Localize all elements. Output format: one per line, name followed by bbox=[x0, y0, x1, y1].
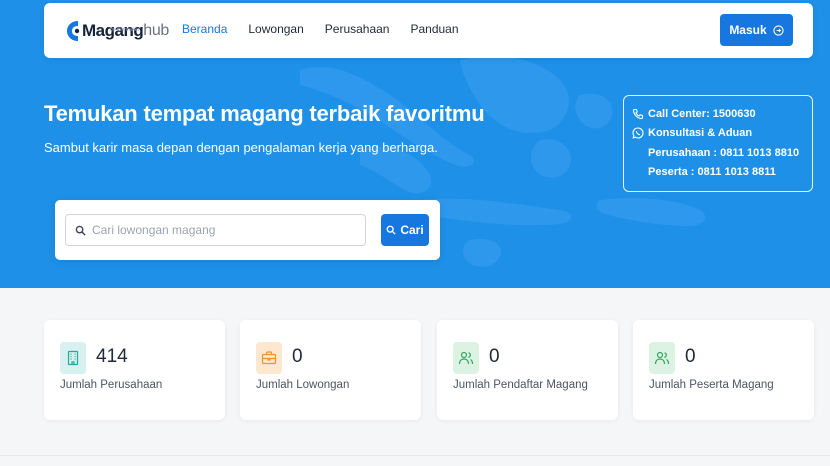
main-nav: Beranda Lowongan Perusahaan Panduan bbox=[182, 22, 459, 36]
users-icon bbox=[654, 351, 670, 365]
search-field[interactable] bbox=[65, 214, 366, 246]
stat-icon-wrapper bbox=[256, 342, 282, 374]
participant-contact-text: Peserta : 0811 1013 8811 bbox=[648, 166, 776, 178]
stat-icon-wrapper bbox=[453, 342, 479, 374]
users-icon bbox=[458, 351, 474, 365]
call-center-row: Call Center: 1500630 bbox=[632, 108, 756, 120]
stat-label-vacancies: Jumlah Lowongan bbox=[256, 379, 350, 391]
login-icon bbox=[773, 24, 784, 36]
stat-value-companies: 414 bbox=[96, 346, 128, 367]
hero-subtitle: Sambut karir masa depan dengan pengalama… bbox=[44, 140, 438, 155]
participant-contact-row: Peserta : 0811 1013 8811 bbox=[648, 166, 776, 178]
building-icon bbox=[67, 350, 79, 366]
stat-value-participants: 0 bbox=[685, 346, 696, 367]
call-center-text: Call Center: 1500630 bbox=[648, 108, 756, 120]
contact-box: Call Center: 1500630 Konsultasi & Aduan … bbox=[623, 95, 813, 192]
briefcase-icon bbox=[261, 351, 277, 365]
brand-accent: hub bbox=[143, 22, 170, 39]
stat-label-applicants: Jumlah Pendaftar Magang bbox=[453, 379, 588, 391]
stat-card-applicants: 0 Jumlah Pendaftar Magang bbox=[437, 320, 618, 420]
nav-item-panduan[interactable]: Panduan bbox=[410, 22, 458, 36]
stat-value-vacancies: 0 bbox=[292, 346, 303, 367]
stat-label-companies: Jumlah Perusahaan bbox=[60, 379, 163, 391]
stat-card-vacancies: 0 Jumlah Lowongan bbox=[240, 320, 421, 420]
whatsapp-icon bbox=[632, 127, 644, 139]
section-divider bbox=[0, 455, 830, 456]
stat-icon-wrapper bbox=[60, 342, 86, 374]
login-button-label: Masuk bbox=[729, 23, 767, 37]
login-button[interactable]: Masuk bbox=[720, 14, 793, 46]
stat-label-participants: Jumlah Peserta Magang bbox=[649, 379, 774, 391]
stat-card-companies: 414 Jumlah Perusahaan bbox=[44, 320, 225, 420]
navbar: Magang hub by Kemnaker Beranda Lowongan P… bbox=[44, 3, 813, 58]
stat-value-applicants: 0 bbox=[489, 346, 500, 367]
company-contact-row: Perusahaan : 0811 1013 8810 bbox=[648, 147, 799, 159]
stat-card-participants: 0 Jumlah Peserta Magang bbox=[633, 320, 814, 420]
nav-item-lowongan[interactable]: Lowongan bbox=[248, 22, 303, 36]
nav-item-beranda[interactable]: Beranda bbox=[182, 22, 227, 36]
stat-icon-wrapper bbox=[649, 342, 675, 374]
consult-text: Konsultasi & Aduan bbox=[648, 127, 753, 139]
company-contact-text: Perusahaan : 0811 1013 8810 bbox=[648, 147, 800, 159]
brand-tagline: by Kemnaker bbox=[110, 27, 140, 33]
search-icon bbox=[75, 225, 86, 236]
search-button[interactable]: Cari bbox=[381, 214, 429, 246]
hero-section: Magang hub by Kemnaker Beranda Lowongan P… bbox=[0, 0, 830, 288]
consult-row: Konsultasi & Aduan bbox=[632, 127, 752, 139]
hero-title: Temukan tempat magang terbaik favoritmu bbox=[44, 101, 485, 126]
logo-mark-icon bbox=[67, 21, 80, 41]
search-card: Cari bbox=[55, 200, 440, 260]
search-button-icon bbox=[386, 225, 396, 235]
search-input[interactable] bbox=[92, 223, 352, 237]
search-button-label: Cari bbox=[400, 223, 424, 237]
phone-icon bbox=[632, 108, 644, 120]
nav-item-perusahaan[interactable]: Perusahaan bbox=[325, 22, 390, 36]
